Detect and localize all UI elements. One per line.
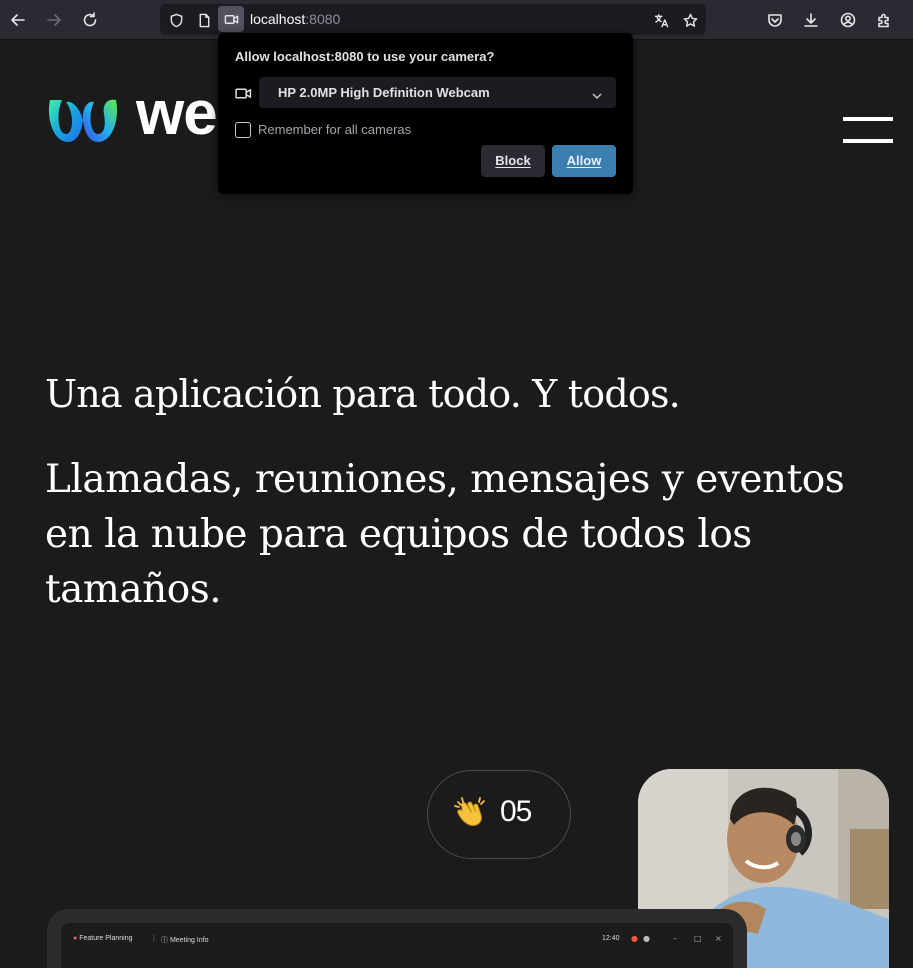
chevron-down-icon [591,87,603,100]
webex-logo-icon[interactable] [44,90,122,146]
camera-permission-icon[interactable] [218,6,244,32]
block-button[interactable]: Block [481,145,545,177]
info-icon: ⓘ [161,937,168,944]
app-preview-window: ● Feature Planning | ⓘ Meeting Info 12:4… [61,923,733,968]
reload-icon[interactable] [78,8,102,32]
clap-icon [452,793,488,829]
forward-icon[interactable] [42,8,66,32]
camera-icon [235,85,253,103]
app-tab-dot-icon: ● [73,935,78,942]
reaction-count: 05 [500,795,532,828]
hero-title: Una aplicación para todo. Y todos. [45,372,681,416]
close-icon: × [715,934,722,943]
app-tab-feature-planning: ● Feature Planning [73,935,133,942]
camera-device-select[interactable]: HP 2.0MP High Definition Webcam [259,77,616,108]
app-divider: | [153,935,155,942]
maximize-icon: □ [694,934,702,943]
pocket-icon[interactable] [763,8,787,32]
download-icon[interactable] [799,8,823,32]
hero-subtitle: Llamadas, reuniones, mensajes y eventos … [45,457,845,612]
page-icon[interactable] [193,9,215,31]
star-icon[interactable] [679,9,701,31]
translate-icon[interactable] [650,9,672,31]
allow-button[interactable]: Allow [552,145,616,177]
url-bar[interactable]: localhost:8080 [160,4,706,35]
settings-icon: ● [643,934,650,943]
account-icon[interactable] [836,8,860,32]
menu-line-icon [843,139,893,143]
app-time: 12:40 [602,935,620,942]
camera-permission-popup: Allow localhost:8080 to use your camera?… [218,33,633,194]
brand-wordmark: we [136,79,218,148]
remember-checkbox[interactable] [235,122,251,138]
app-tab-meeting-info: ⓘ Meeting Info [161,937,209,944]
remember-checkbox-row[interactable]: Remember for all cameras [235,122,535,140]
back-icon[interactable] [6,8,30,32]
shield-icon[interactable] [165,9,187,31]
extensions-icon[interactable] [872,8,896,32]
permission-title: Allow localhost:8080 to use your camera? [235,49,495,64]
remember-label: Remember for all cameras [258,122,412,137]
url-text[interactable]: localhost:8080 [250,11,340,27]
app-preview-device: ● Feature Planning | ⓘ Meeting Info 12:4… [47,909,747,968]
reaction-pill: 05 [427,770,571,859]
minimize-icon: – [673,934,677,943]
hamburger-menu-button[interactable] [843,117,893,145]
record-icon: ● [631,934,638,943]
menu-line-icon [843,117,893,121]
